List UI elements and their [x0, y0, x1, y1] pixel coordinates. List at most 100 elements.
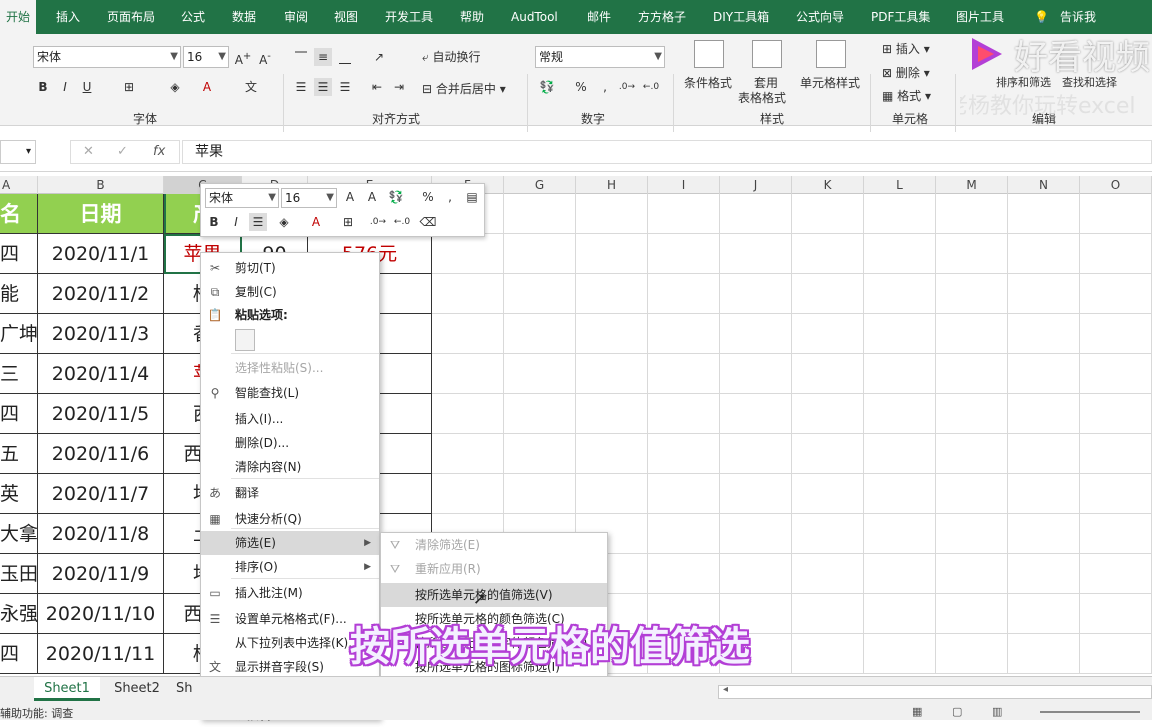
align-left-icon[interactable]: ☰: [292, 78, 310, 96]
grid-cell[interactable]: [648, 434, 720, 474]
grid-cell[interactable]: [792, 474, 864, 514]
name-box[interactable]: ▾: [0, 140, 36, 164]
grid-cell[interactable]: [432, 394, 504, 434]
grid-cell[interactable]: [864, 554, 936, 594]
grid-cell[interactable]: [648, 234, 720, 274]
grid-cell[interactable]: [432, 354, 504, 394]
grid-cell[interactable]: [432, 434, 504, 474]
grid-cell[interactable]: [1008, 554, 1080, 594]
grid-cell[interactable]: [504, 434, 576, 474]
tab-formula-wizard[interactable]: 公式向导: [796, 0, 844, 34]
grid-cell[interactable]: [648, 554, 720, 594]
grid-cell[interactable]: [1008, 314, 1080, 354]
sheet-tab-1[interactable]: Sheet1: [34, 677, 100, 701]
phonetic-icon[interactable]: 文: [242, 78, 260, 96]
grid-cell[interactable]: [1080, 314, 1152, 354]
horizontal-scrollbar[interactable]: ◂: [718, 684, 1152, 699]
grid-cell[interactable]: [1008, 274, 1080, 314]
zoom-slider[interactable]: [1040, 711, 1140, 713]
table-cell[interactable]: 玉田: [0, 554, 38, 594]
grid-cell[interactable]: [504, 194, 576, 234]
grid-cell[interactable]: [432, 474, 504, 514]
grid-cell[interactable]: [1080, 394, 1152, 434]
format-cells-button[interactable]: ▦ 格式 ▾: [882, 87, 931, 104]
tab-developer[interactable]: 开发工具: [385, 0, 433, 34]
number-format-combo[interactable]: 常规 ▼: [535, 46, 665, 68]
grid-cell[interactable]: [864, 594, 936, 634]
table-cell[interactable]: 2020/11/8: [38, 514, 164, 554]
grid-cell[interactable]: [648, 514, 720, 554]
grid-cell[interactable]: [936, 434, 1008, 474]
delete-cells-button[interactable]: ⊠ 删除 ▾: [882, 64, 930, 81]
column-header-b[interactable]: B: [38, 176, 164, 194]
grid-cell[interactable]: [720, 514, 792, 554]
grid-cell[interactable]: [648, 354, 720, 394]
context-menu-item[interactable]: 📋 粘贴选项:: [201, 303, 379, 327]
grid-cell[interactable]: [864, 394, 936, 434]
context-menu-item[interactable]: ✂ 剪切(T): [201, 256, 379, 280]
context-menu-item[interactable]: ⚲ 智能查找(L): [201, 381, 379, 405]
grid-cell[interactable]: [648, 194, 720, 234]
table-cell[interactable]: 2020/11/10: [38, 594, 164, 634]
grid-cell[interactable]: [504, 354, 576, 394]
grid-cell[interactable]: [864, 634, 936, 674]
table-cell[interactable]: 四: [0, 394, 38, 434]
font-name-combo[interactable]: 宋体 ▼: [33, 46, 181, 68]
grid-cell[interactable]: [792, 194, 864, 234]
grow-font-icon[interactable]: A: [341, 188, 359, 206]
grid-cell[interactable]: [1008, 394, 1080, 434]
tab-diy-toolbox[interactable]: DIY工具箱: [713, 0, 769, 34]
grid-cell[interactable]: [936, 634, 1008, 674]
grid-cell[interactable]: [864, 434, 936, 474]
grid-cell[interactable]: [792, 354, 864, 394]
grid-cell[interactable]: [720, 434, 792, 474]
context-menu-item[interactable]: あ翻译: [201, 481, 379, 505]
decrease-decimal-icon[interactable]: ←.0: [393, 213, 411, 231]
conditional-format-button[interactable]: 条件格式: [684, 74, 732, 91]
grid-cell[interactable]: [720, 194, 792, 234]
grid-cell[interactable]: [792, 274, 864, 314]
increase-indent-icon[interactable]: ⇥: [390, 78, 408, 96]
grid-cell[interactable]: [1080, 634, 1152, 674]
table-cell[interactable]: 2020/11/5: [38, 394, 164, 434]
page-layout-view-icon[interactable]: ▢: [952, 705, 962, 718]
column-header-l[interactable]: L: [864, 176, 936, 194]
underline-button[interactable]: U: [78, 78, 96, 96]
column-header-h[interactable]: H: [576, 176, 648, 194]
fill-color-icon[interactable]: ◈: [275, 213, 293, 231]
fx-icon[interactable]: fx: [153, 141, 165, 163]
grid-cell[interactable]: [936, 554, 1008, 594]
grid-cell[interactable]: [504, 474, 576, 514]
comma-button[interactable]: ,: [596, 78, 614, 96]
grid-cell[interactable]: [1008, 194, 1080, 234]
insert-cells-button[interactable]: ⊞ 插入 ▾: [882, 40, 930, 57]
table-cell[interactable]: 2020/11/4: [38, 354, 164, 394]
tab-image-tools[interactable]: 图片工具: [956, 0, 1004, 34]
align-center-icon[interactable]: ☰: [249, 213, 267, 231]
grid-cell[interactable]: [792, 394, 864, 434]
font-size-combo[interactable]: 16 ▼: [183, 46, 229, 68]
wrap-text-button[interactable]: ⤶ 自动换行: [422, 48, 481, 65]
tab-help[interactable]: 帮助: [460, 0, 484, 34]
grid-cell[interactable]: [1080, 274, 1152, 314]
context-menu-item[interactable]: 删除(D)...: [201, 431, 379, 455]
grid-cell[interactable]: [1080, 234, 1152, 274]
mini-font-size-combo[interactable]: 16 ▼: [281, 188, 337, 208]
bold-button[interactable]: B: [34, 78, 52, 96]
grid-cell[interactable]: [1008, 234, 1080, 274]
bold-button[interactable]: B: [205, 213, 223, 231]
grid-cell[interactable]: [504, 394, 576, 434]
column-header-m[interactable]: M: [936, 176, 1008, 194]
grid-cell[interactable]: [864, 234, 936, 274]
align-bottom-icon[interactable]: ⎽: [336, 48, 354, 66]
filter-submenu-item[interactable]: 按所选单元格的值筛选(V): [381, 583, 607, 607]
context-menu-item[interactable]: ▭ 插入批注(M): [201, 581, 379, 605]
grid-cell[interactable]: [576, 314, 648, 354]
grid-cell[interactable]: [648, 474, 720, 514]
grid-cell[interactable]: [1080, 354, 1152, 394]
grid-cell[interactable]: [1080, 594, 1152, 634]
grid-cell[interactable]: [1008, 434, 1080, 474]
table-cell[interactable]: 能: [0, 274, 38, 314]
grid-cell[interactable]: [720, 394, 792, 434]
cancel-icon[interactable]: ✕: [83, 141, 94, 163]
